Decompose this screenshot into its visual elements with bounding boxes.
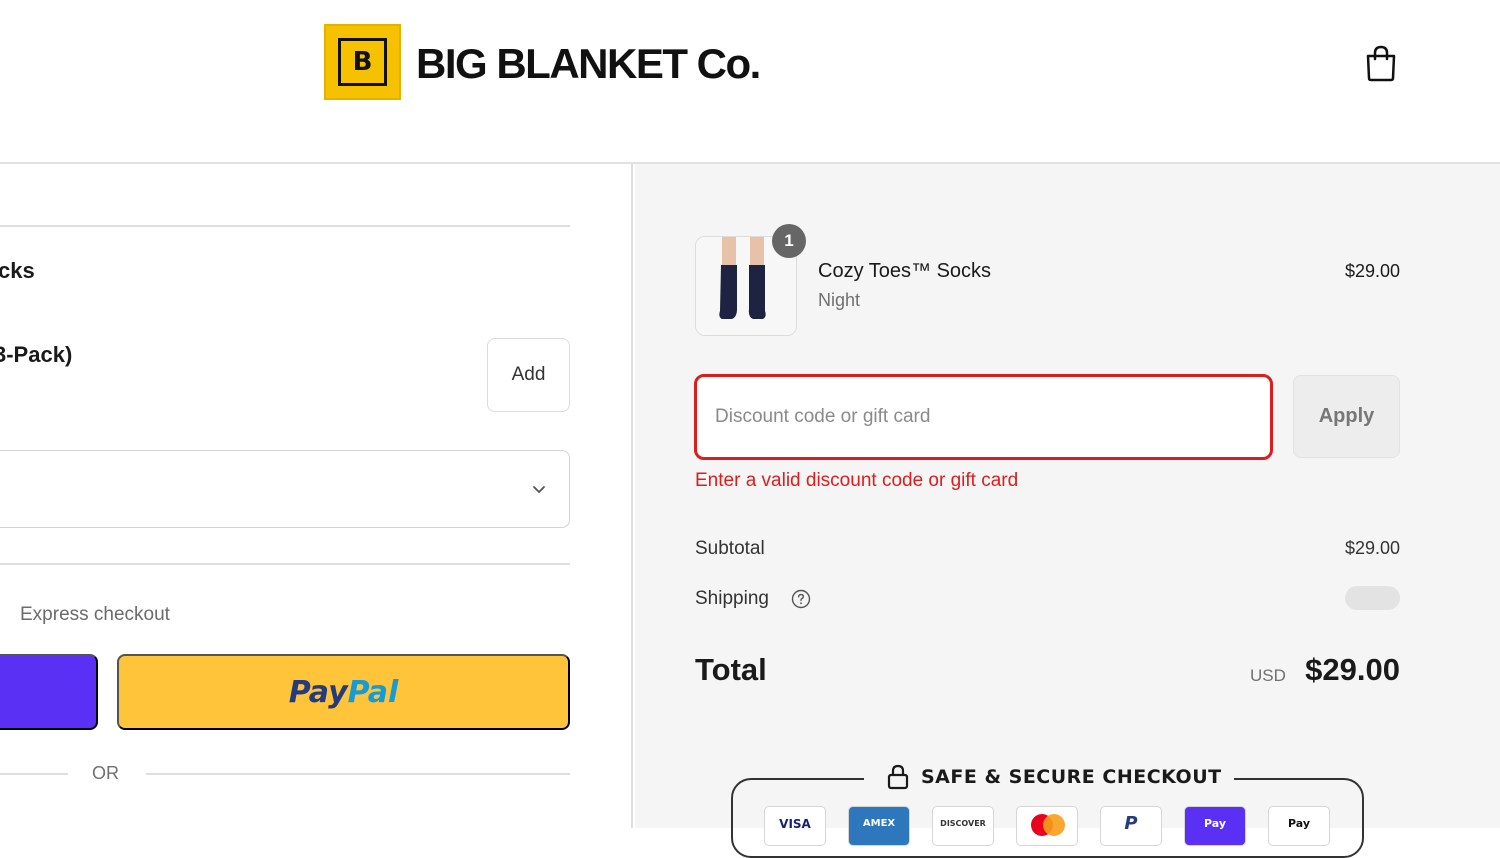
brand-name[interactable]: BIG BLANKET Co. <box>416 40 761 88</box>
shipping-label: Shipping <box>695 588 769 609</box>
apple-pay-icon: Pay <box>1268 806 1330 846</box>
or-divider-right <box>146 773 570 775</box>
chevron-down-icon <box>533 486 545 493</box>
shipping-value-placeholder <box>1345 586 1400 610</box>
mastercard-icon <box>1016 806 1078 846</box>
section-divider <box>0 563 570 565</box>
total-value: $29.00 <box>1305 652 1400 687</box>
apply-discount-button[interactable]: Apply <box>1293 375 1400 458</box>
product-price: $29.00 <box>1344 261 1400 281</box>
section-divider <box>0 225 570 227</box>
lock-icon <box>887 764 909 790</box>
express-checkout-label: Express checkout <box>20 604 170 625</box>
paypal-button[interactable]: Pay Pal <box>117 654 570 730</box>
discover-icon: DISCOVER <box>932 806 994 846</box>
add-upsell-button[interactable]: Add <box>487 338 570 412</box>
subtotal-value: $29.00 <box>1344 538 1400 558</box>
upsell-variant-select[interactable] <box>0 450 570 528</box>
upsell-product-title: cks <box>0 258 35 283</box>
upsell-product-variant: 3-Pack) <box>0 342 73 367</box>
logo-glyph: B <box>352 47 373 77</box>
shopping-bag-icon[interactable] <box>1364 44 1398 82</box>
paypal-icon: P <box>1100 806 1162 846</box>
total-label: Total <box>695 652 767 687</box>
help-circle-icon[interactable] <box>791 589 811 609</box>
total-currency: USD <box>1250 666 1286 685</box>
paypal-logo-part2: Pal <box>347 674 399 710</box>
or-divider-label: OR <box>92 763 119 783</box>
or-divider-left <box>0 773 68 775</box>
quantity-badge: 1 <box>772 224 806 258</box>
discount-error-message: Enter a valid discount code or gift card <box>695 470 1019 491</box>
shop-pay-icon: Pay <box>1184 806 1246 846</box>
logo-frame: B <box>338 38 387 86</box>
discount-code-input[interactable] <box>694 374 1273 460</box>
subtotal-label: Subtotal <box>695 538 765 559</box>
brand-logo[interactable]: B <box>324 24 401 100</box>
amex-icon: AMEX <box>848 806 910 846</box>
shop-pay-button[interactable] <box>0 654 98 730</box>
visa-icon: VISA <box>764 806 826 846</box>
product-variant: Night <box>818 290 861 310</box>
paypal-logo-part1: Pay <box>288 674 348 710</box>
product-name: Cozy Toes™ Socks <box>818 260 992 282</box>
secure-checkout-label: SAFE & SECURE CHECKOUT <box>921 766 1222 788</box>
